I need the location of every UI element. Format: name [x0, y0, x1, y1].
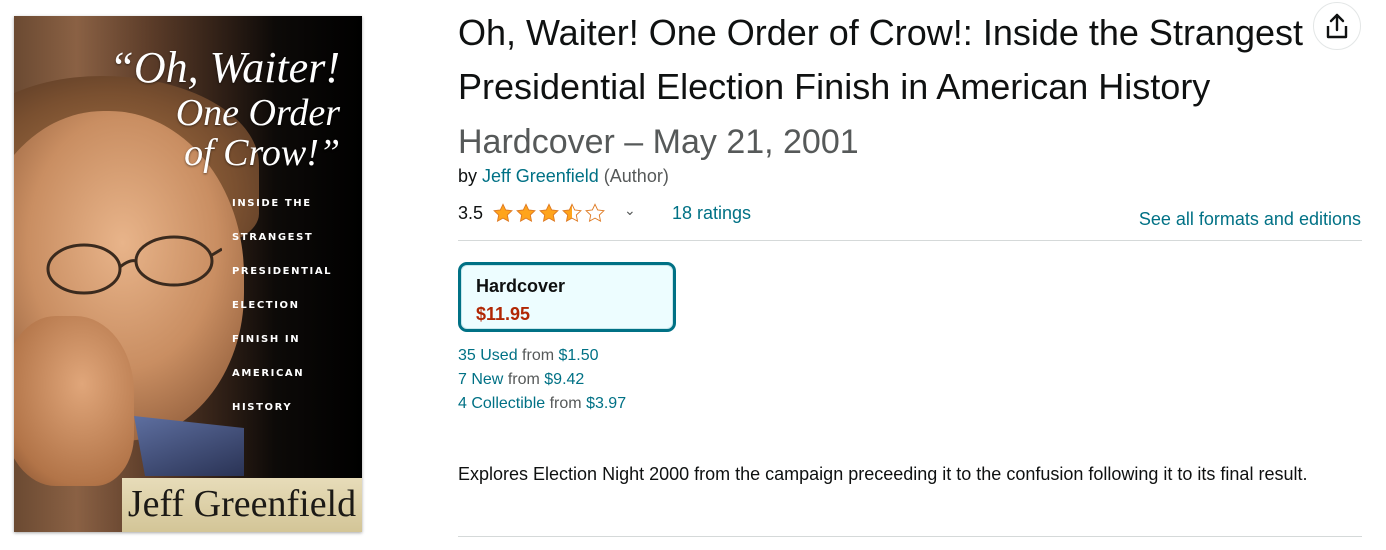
star-empty-icon: [585, 203, 605, 223]
divider: [458, 240, 1362, 241]
ratings-count-link[interactable]: 18 ratings: [672, 203, 751, 224]
offer-from: from: [522, 347, 555, 364]
offer-used: 35 Used from $1.50: [458, 344, 626, 368]
cover-subtitle-line: Finish in: [232, 334, 301, 345]
offer-from: from: [507, 371, 540, 388]
offer-price[interactable]: $9.42: [544, 371, 584, 388]
share-button[interactable]: [1313, 2, 1361, 50]
cover-subtitle-line: History: [232, 402, 293, 413]
cover-subtitle-line: Presidential: [232, 266, 333, 277]
cover-title-line: of Crow!”: [184, 132, 340, 174]
cover-author: Jeff Greenfield: [127, 483, 357, 525]
offer-link[interactable]: 7 New: [458, 371, 503, 388]
byline: by Jeff Greenfield (Author): [458, 166, 669, 187]
cover-subtitle-line: Election: [232, 300, 300, 311]
cover-title-line: “Oh, Waiter!: [109, 43, 340, 92]
cover-title: “Oh, Waiter! One Order of Crow!”: [70, 43, 340, 174]
format-option-hardcover[interactable]: Hardcover $11.95: [458, 262, 676, 332]
cover-subtitle-line: American: [232, 368, 305, 379]
star-half-icon: [562, 203, 582, 223]
book-cover-image[interactable]: “Oh, Waiter! One Order of Crow!” Inside …: [14, 16, 362, 532]
product-title-block: Oh, Waiter! One Order of Crow!: Inside t…: [458, 6, 1318, 169]
offers-list: 35 Used from $1.50 7 New from $9.42 4 Co…: [458, 344, 626, 416]
offer-price[interactable]: $3.97: [586, 395, 626, 412]
chevron-down-icon[interactable]: ⌄: [624, 202, 636, 219]
divider: [458, 536, 1362, 537]
author-link[interactable]: Jeff Greenfield: [482, 166, 599, 186]
cover-subtitle-line: Strangest: [232, 232, 314, 243]
offer-new: 7 New from $9.42: [458, 368, 626, 392]
author-role: (Author): [603, 166, 669, 186]
share-icon: [1326, 13, 1348, 39]
star-icon: [539, 203, 559, 223]
cover-photo-glasses: [46, 235, 222, 295]
offer-link[interactable]: 35 Used: [458, 347, 518, 364]
format-name: Hardcover: [476, 276, 566, 296]
star-icon: [516, 203, 536, 223]
byline-prefix: by: [458, 166, 478, 186]
cover-photo-hand: [14, 316, 134, 486]
offer-from: from: [549, 395, 582, 412]
product-title: Oh, Waiter! One Order of Crow!: Inside t…: [458, 12, 1304, 107]
product-format-date: Hardcover – May 21, 2001: [458, 123, 859, 161]
see-all-formats-link[interactable]: See all formats and editions: [1139, 209, 1361, 230]
rating-row: 3.5 ⌄ 18 ratings See all formats and edi…: [458, 200, 1362, 230]
rating-value: 3.5: [458, 203, 484, 223]
offer-link[interactable]: 4 Collectible: [458, 395, 545, 412]
cover-photo-collar: [134, 416, 244, 476]
cover-subtitle: Inside the Strangest Presidential Electi…: [232, 194, 357, 432]
rating-stars[interactable]: [492, 202, 606, 224]
product-description: Explores Election Night 2000 from the ca…: [458, 464, 1308, 484]
star-icon: [493, 203, 513, 223]
cover-title-line: One Order: [175, 92, 340, 134]
offer-price[interactable]: $1.50: [559, 347, 599, 364]
offer-collectible: 4 Collectible from $3.97: [458, 392, 626, 416]
format-price: $11.95: [476, 304, 531, 324]
cover-subtitle-line: Inside the: [232, 198, 312, 209]
